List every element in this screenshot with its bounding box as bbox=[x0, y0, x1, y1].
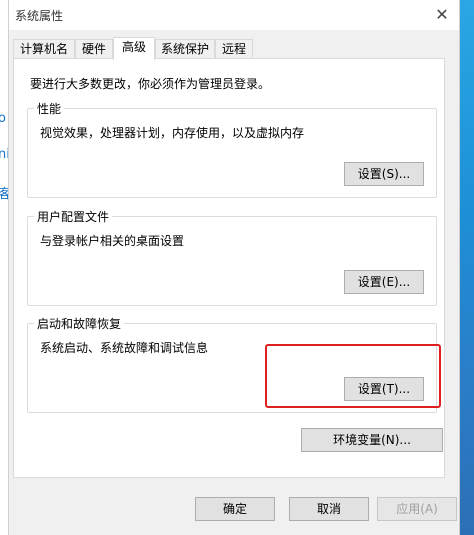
ok-button[interactable]: 确定 bbox=[195, 497, 275, 521]
tab-advanced[interactable]: 高级 bbox=[113, 37, 155, 60]
screen: o ni 客 系统属性 ✕ 计算机名 硬件 高级 系统保护 远程 要进行大多数更… bbox=[0, 0, 474, 535]
title-bar[interactable]: 系统属性 ✕ bbox=[9, 0, 459, 30]
performance-description: 视觉效果，处理器计划，内存使用，以及虚拟内存 bbox=[40, 126, 305, 140]
performance-group: 性能 视觉效果，处理器计划，内存使用，以及虚拟内存 设置(S)... bbox=[27, 100, 437, 198]
cancel-button[interactable]: 取消 bbox=[289, 497, 369, 521]
startup-recovery-group: 启动和故障恢复 系统启动、系统故障和调试信息 设置(T)... bbox=[27, 315, 437, 413]
environment-variables-button[interactable]: 环境变量(N)... bbox=[301, 428, 443, 452]
admin-notice: 要进行大多数更改，你必须作为管理员登录。 bbox=[30, 77, 271, 91]
tab-computer-name[interactable]: 计算机名 bbox=[13, 39, 75, 59]
close-icon[interactable]: ✕ bbox=[431, 4, 453, 26]
advanced-tab-panel: 要进行大多数更改，你必须作为管理员登录。 性能 视觉效果，处理器计划，内存使用，… bbox=[13, 58, 445, 478]
user-profiles-legend: 用户配置文件 bbox=[34, 208, 113, 225]
performance-settings-button[interactable]: 设置(S)... bbox=[344, 162, 424, 186]
background-text: o bbox=[0, 111, 6, 126]
user-profiles-group: 用户配置文件 与登录帐户相关的桌面设置 设置(E)... bbox=[27, 208, 437, 306]
performance-legend: 性能 bbox=[34, 100, 65, 117]
user-profiles-description: 与登录帐户相关的桌面设置 bbox=[40, 234, 185, 248]
background-window-edge: o ni 客 bbox=[0, 0, 11, 535]
startup-recovery-description: 系统启动、系统故障和调试信息 bbox=[40, 341, 209, 355]
tab-system-protection[interactable]: 系统保护 bbox=[155, 39, 215, 59]
window-title: 系统属性 bbox=[15, 9, 64, 23]
user-profiles-settings-button[interactable]: 设置(E)... bbox=[344, 270, 424, 294]
startup-recovery-settings-button[interactable]: 设置(T)... bbox=[344, 377, 424, 401]
dialog-button-bar: 确定 取消 应用(A) bbox=[9, 484, 459, 535]
system-properties-dialog: 系统属性 ✕ 计算机名 硬件 高级 系统保护 远程 要进行大多数更改，你必须作为… bbox=[8, 0, 460, 535]
tab-remote[interactable]: 远程 bbox=[215, 39, 253, 59]
desktop-background bbox=[460, 0, 474, 535]
tab-hardware[interactable]: 硬件 bbox=[75, 39, 113, 59]
apply-button[interactable]: 应用(A) bbox=[377, 497, 457, 521]
startup-recovery-legend: 启动和故障恢复 bbox=[34, 315, 125, 332]
